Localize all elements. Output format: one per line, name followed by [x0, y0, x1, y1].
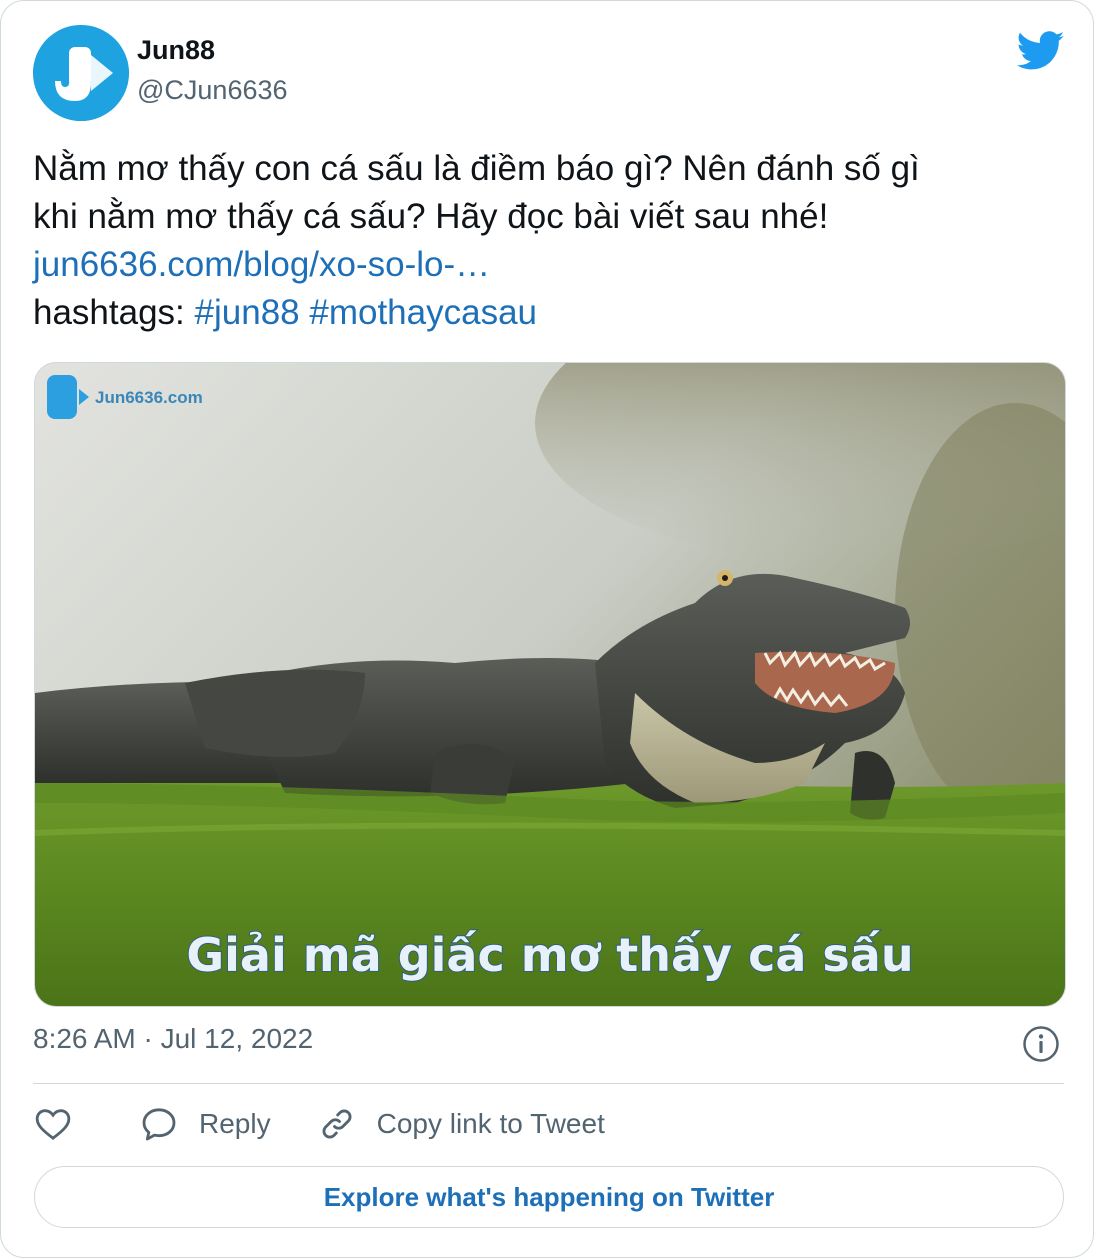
explore-button[interactable]: Explore what's happening on Twitter — [34, 1166, 1064, 1228]
hashtags-prefix: hashtags: — [33, 293, 185, 332]
reply-label: Reply — [199, 1108, 271, 1139]
author-name[interactable]: Jun88 — [137, 35, 215, 66]
action-bar: Reply Copy link to Tweet — [33, 1101, 605, 1147]
watermark-text: Jun6636.com — [95, 388, 203, 407]
tweet-text-line-2: khi nằm mơ thấy cá sấu? Hãy đọc bài viết… — [33, 197, 829, 236]
tweet-image[interactable]: Jun6636.com Giải mã giấc mơ thấy cá sấu — [34, 362, 1066, 1007]
heart-icon — [35, 1109, 71, 1140]
speech-bubble-icon — [142, 1108, 176, 1141]
copy-link-button[interactable]: Copy link to Tweet — [317, 1104, 605, 1144]
hashtags-line: hashtags: #jun88 #mothaycasau — [33, 289, 1063, 337]
copy-link-label: Copy link to Tweet — [376, 1108, 605, 1139]
twitter-bird-icon[interactable] — [1016, 31, 1065, 71]
info-icon[interactable] — [1022, 1025, 1060, 1063]
divider — [33, 1083, 1064, 1084]
author-handle[interactable]: @CJun6636 — [137, 75, 288, 106]
like-button[interactable] — [33, 1104, 73, 1144]
tweet-timestamp[interactable]: 8:26 AM · Jul 12, 2022 — [33, 1023, 313, 1055]
hashtag-mothaycasau[interactable]: #mothaycasau — [309, 293, 537, 332]
tweet-text-line-1: Nằm mơ thấy con cá sấu là điềm báo gì? N… — [33, 149, 920, 188]
avatar[interactable] — [33, 25, 129, 121]
reply-button[interactable]: Reply — [139, 1104, 271, 1144]
hashtag-jun88[interactable]: #jun88 — [195, 293, 300, 332]
watermark-logo-icon — [47, 375, 77, 419]
tweet-link[interactable]: jun6636.com/blog/xo-so-lo-… — [33, 241, 1063, 289]
link-icon — [322, 1109, 351, 1139]
tweet-card: Jun88 @CJun6636 Nằm mơ thấy con cá sấu l… — [0, 0, 1094, 1258]
tweet-text: Nằm mơ thấy con cá sấu là điềm báo gì? N… — [33, 145, 1063, 337]
image-caption: Giải mã giấc mơ thấy cá sấu — [186, 928, 913, 982]
